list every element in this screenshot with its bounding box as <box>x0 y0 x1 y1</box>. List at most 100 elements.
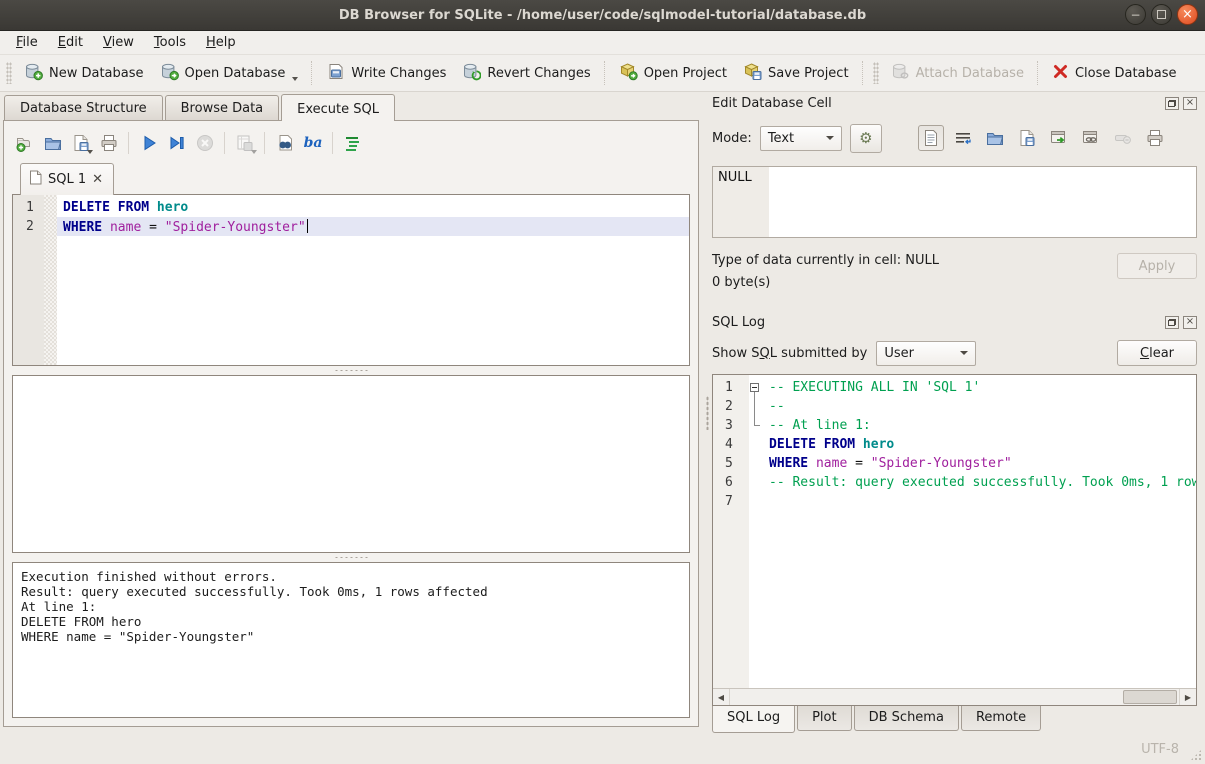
mode-label: Mode: <box>712 131 752 146</box>
maximize-icon[interactable] <box>1151 4 1172 25</box>
code-line[interactable]: 5WHERE name = "Spider-Youngster" <box>713 454 1196 473</box>
horizontal-splitter[interactable] <box>12 366 690 375</box>
new-sql-tab-icon[interactable] <box>12 130 38 156</box>
open-sql-file-icon[interactable] <box>40 130 66 156</box>
new-database-button[interactable]: New Database <box>16 58 152 89</box>
close-database-button[interactable]: Close Database <box>1044 59 1185 88</box>
sql-tab[interactable]: SQL 1 ✕ <box>20 163 114 195</box>
dock-tab-plot[interactable]: Plot <box>797 706 852 731</box>
code-line[interactable]: 2WHERE name = "Spider-Youngster" <box>13 217 689 236</box>
toolbar-drag-handle[interactable] <box>6 62 12 84</box>
clear-log-button[interactable]: Clear <box>1117 340 1197 366</box>
menu-help[interactable]: Help <box>196 32 246 53</box>
sql-log-code[interactable]: 1-- EXECUTING ALL IN 'SQL 1'2--3-- At li… <box>713 375 1196 688</box>
statusbar: UTF-8 <box>0 735 1205 764</box>
dock-tab-sql-log[interactable]: SQL Log <box>712 706 795 733</box>
tab-browse-data[interactable]: Browse Data <box>165 95 280 120</box>
menu-edit[interactable]: Edit <box>48 32 93 53</box>
dock-tabbar: SQL Log Plot DB Schema Remote <box>712 706 1197 735</box>
sql-log-controls: Show SQL submitted by User Clear <box>712 340 1197 366</box>
find-icon[interactable] <box>272 130 298 156</box>
close-database-icon <box>1052 63 1069 84</box>
menu-tools[interactable]: Tools <box>144 32 196 53</box>
cell-info: Type of data currently in cell: NULL 0 b… <box>712 253 1197 297</box>
save-sql-dropdown-icon[interactable] <box>87 150 93 154</box>
format-sql-icon[interactable] <box>340 130 366 156</box>
sql-log-pane: 1-- EXECUTING ALL IN 'SQL 1'2--3-- At li… <box>712 374 1197 706</box>
close-dock-icon[interactable]: × <box>1183 97 1197 110</box>
sql-log-dock-title: SQL Log <box>712 315 765 330</box>
code-line[interactable]: 2-- <box>713 397 1196 416</box>
sql-tabbar: SQL 1 ✕ <box>12 164 690 195</box>
execution-message-pane[interactable]: Execution finished without errors.Result… <box>12 562 690 718</box>
chevron-down-icon <box>960 351 968 355</box>
mode-select[interactable]: Text <box>760 126 842 151</box>
minimize-icon[interactable]: − <box>1125 4 1146 25</box>
close-dock-icon[interactable]: × <box>1183 316 1197 329</box>
scrollbar-thumb[interactable] <box>1123 690 1177 704</box>
edit-cell-toolbar: Mode: Text ⚙ <box>712 123 1197 153</box>
save-sql-file-icon[interactable] <box>68 130 94 156</box>
code-line[interactable]: 3-- At line 1: <box>713 416 1196 435</box>
code-line[interactable]: 1DELETE FROM hero <box>13 198 689 217</box>
tab-database-structure[interactable]: Database Structure <box>4 95 163 120</box>
dock-tab-remote[interactable]: Remote <box>961 706 1041 731</box>
window-controls: − × <box>1125 4 1198 25</box>
auto-switch-mode-button[interactable]: ⚙ <box>850 124 882 153</box>
autocomplete-icon[interactable]: ba <box>300 130 326 156</box>
close-sql-tab-icon[interactable]: ✕ <box>92 173 103 186</box>
log-lines: 1-- EXECUTING ALL IN 'SQL 1'2--3-- At li… <box>713 375 1196 511</box>
tab-execute-sql[interactable]: Execute SQL <box>281 94 395 121</box>
new-database-icon <box>24 62 43 85</box>
toolbar-separator <box>604 61 606 85</box>
resize-grip-icon[interactable] <box>1190 749 1202 761</box>
apply-to-external-icon[interactable] <box>1046 125 1072 151</box>
save-project-button[interactable]: Save Project <box>735 58 857 89</box>
print-cell-icon[interactable] <box>1142 125 1168 151</box>
toolbar-separator <box>264 132 266 154</box>
open-project-button[interactable]: Open Project <box>611 58 735 89</box>
open-url-link-icon[interactable] <box>1078 125 1104 151</box>
text-mode-icon[interactable] <box>918 125 944 151</box>
code-line[interactable]: 7 <box>713 492 1196 511</box>
export-data-icon[interactable] <box>1014 125 1040 151</box>
dock-tab-db-schema[interactable]: DB Schema <box>854 706 959 731</box>
execute-all-icon[interactable] <box>136 130 162 156</box>
print-icon[interactable] <box>96 130 122 156</box>
horizontal-scrollbar[interactable]: ◀ ▶ <box>713 688 1196 705</box>
menubar: File Edit View Tools Help <box>0 31 1205 55</box>
vertical-splitter[interactable] <box>704 91 710 735</box>
scrollbar-track[interactable] <box>730 689 1179 705</box>
scroll-left-icon[interactable]: ◀ <box>713 689 730 705</box>
menu-view[interactable]: View <box>93 32 144 53</box>
cell-editor[interactable]: NULL <box>712 166 1197 238</box>
float-dock-icon[interactable] <box>1165 316 1179 329</box>
import-data-icon[interactable] <box>982 125 1008 151</box>
write-changes-button[interactable]: Write Changes <box>318 58 454 89</box>
code-line[interactable]: 4DELETE FROM hero <box>713 435 1196 454</box>
sql-editor[interactable]: 1DELETE FROM hero2WHERE name = "Spider-Y… <box>12 194 690 366</box>
close-icon[interactable]: × <box>1177 4 1198 25</box>
code-line[interactable]: 6-- Result: query executed successfully.… <box>713 473 1196 492</box>
stop-icon <box>192 130 218 156</box>
log-filter-select[interactable]: User <box>876 341 976 366</box>
open-database-dropdown-icon[interactable] <box>292 77 298 81</box>
set-null-icon <box>1110 125 1136 151</box>
execute-current-line-icon[interactable] <box>164 130 190 156</box>
revert-changes-button[interactable]: Revert Changes <box>454 58 598 89</box>
menu-file[interactable]: File <box>6 32 48 53</box>
float-dock-icon[interactable] <box>1165 97 1179 110</box>
scroll-right-icon[interactable]: ▶ <box>1179 689 1196 705</box>
mode-value: Text <box>768 131 794 146</box>
open-database-button[interactable]: Open Database <box>152 58 307 89</box>
code-line[interactable]: 1-- EXECUTING ALL IN 'SQL 1' <box>713 378 1196 397</box>
word-wrap-icon[interactable] <box>950 125 976 151</box>
editor-lines: 1DELETE FROM hero2WHERE name = "Spider-Y… <box>13 195 689 236</box>
horizontal-splitter[interactable] <box>12 553 690 562</box>
execute-sql-panel: ba SQL 1 ✕ 1DELETE FROM hero2WHERE name … <box>3 120 699 727</box>
attach-database-button: Attach Database <box>883 58 1032 89</box>
left-pane: Database Structure Browse Data Execute S… <box>0 91 704 735</box>
toolbar-drag-handle[interactable] <box>873 62 879 84</box>
save-results-icon <box>232 130 258 156</box>
results-grid[interactable] <box>12 375 690 553</box>
